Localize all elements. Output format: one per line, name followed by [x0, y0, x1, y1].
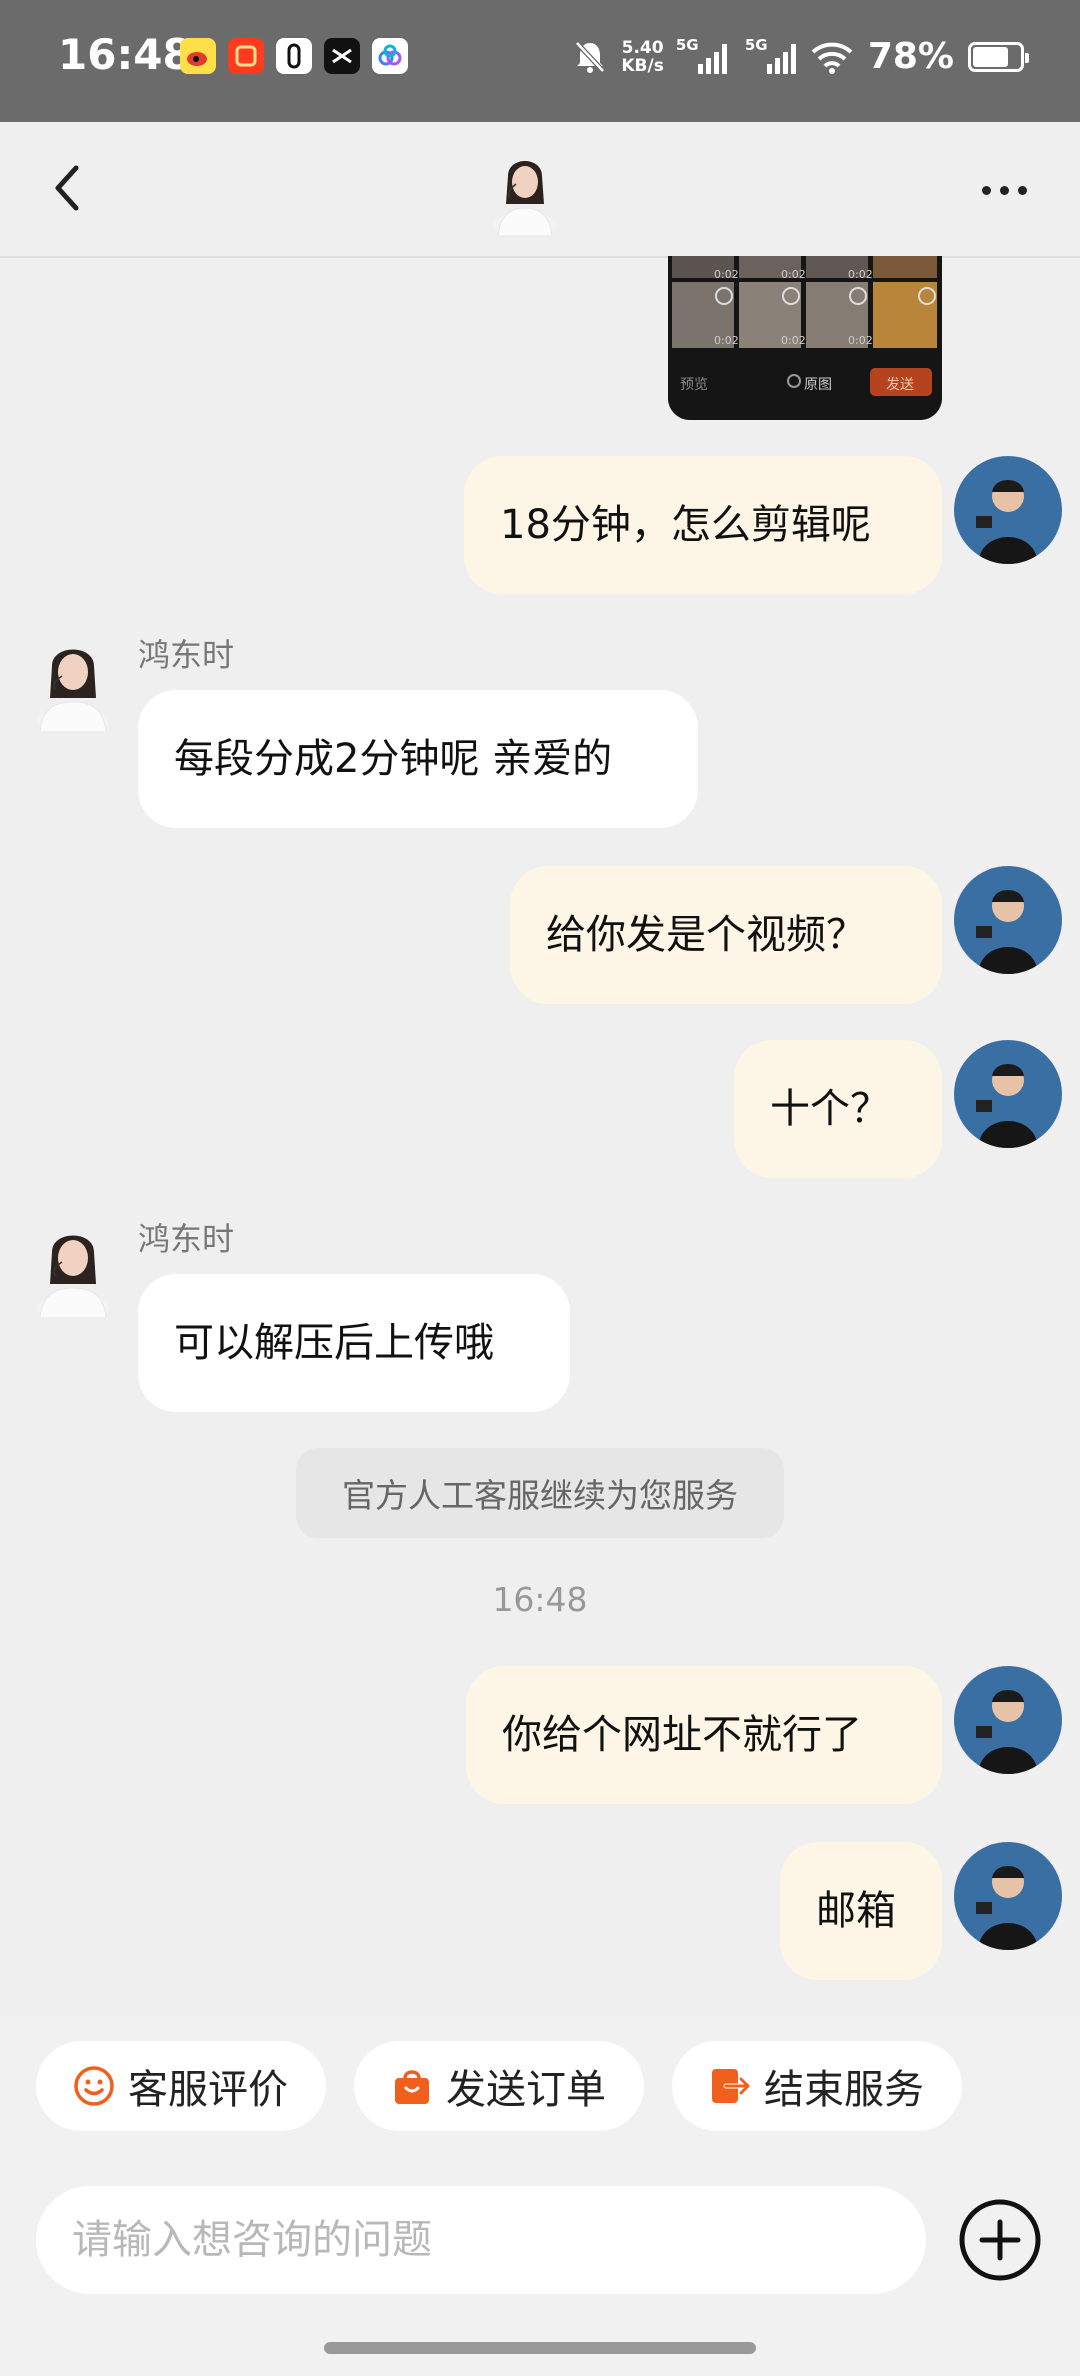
capcut-app-icon	[324, 38, 360, 74]
user-avatar[interactable]	[954, 1040, 1062, 1148]
media-duration: 0:02	[848, 334, 873, 347]
net-speed-value: 5.40	[621, 37, 664, 58]
preview-label: 预览	[680, 377, 708, 393]
rate-service-button[interactable]: 客服评价	[36, 2041, 326, 2131]
outgoing-message[interactable]: 邮箱	[780, 1842, 942, 1980]
weibo-app-icon	[180, 38, 216, 74]
battery-level	[973, 46, 1008, 67]
agent-name: 鸿东时	[138, 1220, 235, 1258]
incoming-message[interactable]: 可以解压后上传哦	[138, 1274, 570, 1412]
exit-icon	[712, 2069, 751, 2103]
signal-label: 5G	[744, 35, 768, 54]
agent-avatar[interactable]	[30, 632, 116, 732]
chip-label: 客服评价	[128, 2067, 288, 2113]
battery-percent: 78%	[867, 36, 954, 77]
user-avatar[interactable]	[954, 456, 1062, 564]
system-notice: 官方人工客服继续为您服务	[296, 1448, 784, 1538]
battery-icon	[968, 41, 1029, 72]
net-speed: 5.40 KB/s	[621, 39, 663, 75]
home-indicator[interactable]	[324, 2342, 756, 2354]
send-order-button[interactable]: 发送订单	[354, 2041, 644, 2131]
agent-avatar[interactable]	[30, 1218, 116, 1318]
send-label: 发送	[886, 377, 914, 393]
more-horizontal-icon[interactable]	[964, 170, 1044, 210]
wifi-icon	[811, 42, 853, 74]
media-duration: 0:02	[714, 268, 739, 281]
smiley-icon	[74, 2066, 114, 2106]
notification-icons	[180, 38, 408, 74]
end-service-button[interactable]: 结束服务	[672, 2041, 962, 2131]
media-duration: 0:02	[848, 268, 873, 281]
status-time: 16:48	[58, 30, 192, 79]
message-input[interactable]	[36, 2186, 926, 2294]
cloud-app-icon	[372, 38, 408, 74]
original-label: 原图	[804, 377, 832, 393]
incoming-message[interactable]: 每段分成2分钟呢 亲爱的	[138, 690, 698, 828]
status-right: 5.40 KB/s 5G 5G 78%	[573, 36, 1029, 77]
app-badge-icon	[276, 38, 312, 74]
outgoing-message[interactable]: 你给个网址不就行了	[466, 1666, 942, 1804]
message-timestamp: 16:48	[492, 1580, 588, 1619]
outgoing-message[interactable]: 十个？	[734, 1040, 942, 1178]
user-avatar[interactable]	[954, 1666, 1062, 1774]
shopping-bag-icon	[395, 2070, 429, 2104]
signal-icon: 5G	[676, 36, 727, 74]
chip-label: 发送订单	[446, 2067, 606, 2113]
chevron-left-icon[interactable]	[40, 158, 100, 218]
media-duration: 0:02	[781, 334, 806, 347]
outgoing-message[interactable]: 给你发是个视频？	[510, 866, 942, 1004]
signal-label: 5G	[675, 35, 699, 54]
chip-label: 结束服务	[764, 2067, 924, 2113]
bell-off-icon	[575, 40, 606, 73]
taobao-app-icon	[228, 38, 264, 74]
net-speed-unit: KB/s	[621, 55, 664, 76]
chat-header	[0, 122, 1080, 258]
quick-action-bar: 客服评价 发送订单 结束服务	[0, 2016, 1080, 2172]
agent-name: 鸿东时	[138, 636, 235, 674]
user-avatar[interactable]	[954, 1842, 1062, 1950]
media-duration: 0:02	[714, 334, 739, 347]
media-duration: 0:02	[781, 268, 806, 281]
user-avatar[interactable]	[954, 866, 1062, 974]
plus-icon[interactable]	[958, 2198, 1042, 2282]
outgoing-message[interactable]: 18分钟，怎么剪辑呢	[464, 456, 942, 594]
agent-avatar[interactable]	[486, 146, 564, 236]
signal-icon: 5G	[745, 36, 796, 74]
media-preview-image[interactable]: 0:02 0:02 0:02 0:02 0:02 0:02 预览 原图 发送	[668, 256, 942, 420]
status-bar: 16:48 5.40 KB/s 5G 5G 78%	[0, 0, 1080, 122]
